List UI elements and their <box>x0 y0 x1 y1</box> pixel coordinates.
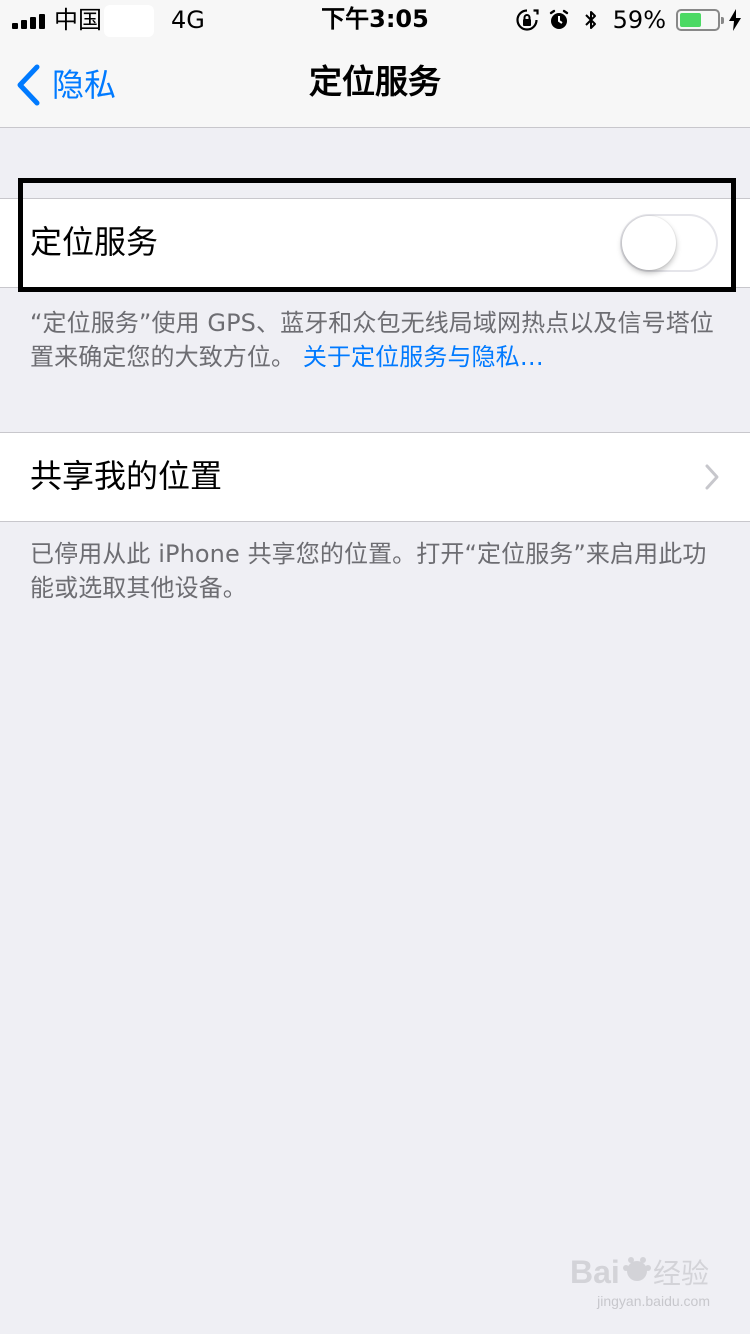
share-my-location-row[interactable]: 共享我的位置 <box>0 432 750 522</box>
location-services-row: 定位服务 <box>0 198 750 288</box>
battery-cap <box>721 17 724 24</box>
location-services-toggle[interactable] <box>620 214 718 272</box>
share-location-footnote: 已停用从此 iPhone 共享您的位置。打开“定位服务”来启用此功能或选取其他设… <box>30 540 707 602</box>
alarm-icon <box>547 8 571 32</box>
svg-text:经验: 经验 <box>653 1257 709 1290</box>
baidu-jingyan-watermark: Bai 经验 jingyan.baidu.com <box>570 1246 710 1316</box>
share-my-location-label: 共享我的位置 <box>30 457 223 495</box>
rotation-lock-icon <box>515 8 539 32</box>
status-icons: 59% <box>515 4 742 36</box>
charging-icon <box>728 8 742 32</box>
privacy-link[interactable]: 关于定位服务与隐私… <box>303 343 544 371</box>
toggle-knob <box>622 216 676 270</box>
location-services-label: 定位服务 <box>30 223 159 261</box>
top-bar: 中国 4G 下午3:05 59% 隐私 定位服务 <box>0 0 750 128</box>
watermark-url: jingyan.baidu.com <box>597 1293 710 1309</box>
battery-percent: 59% <box>612 6 666 34</box>
svg-text:Bai: Bai <box>570 1254 620 1290</box>
status-bar: 中国 4G 下午3:05 59% <box>0 0 750 40</box>
baidu-logo-icon: Bai 经验 <box>570 1254 709 1290</box>
chevron-right-icon <box>705 464 719 490</box>
location-services-screen: 中国 4G 下午3:05 59% 隐私 定位服务 定位服务 “定位服务”使用 G… <box>0 0 750 1334</box>
location-services-footnote: “定位服务”使用 GPS、蓝牙和众包无线局域网热点以及信号塔位置来确定您的大致方… <box>30 306 720 374</box>
bluetooth-icon <box>579 8 603 32</box>
page-title: 定位服务 <box>309 62 441 101</box>
battery-fill <box>680 13 701 27</box>
battery-icon <box>676 9 724 31</box>
